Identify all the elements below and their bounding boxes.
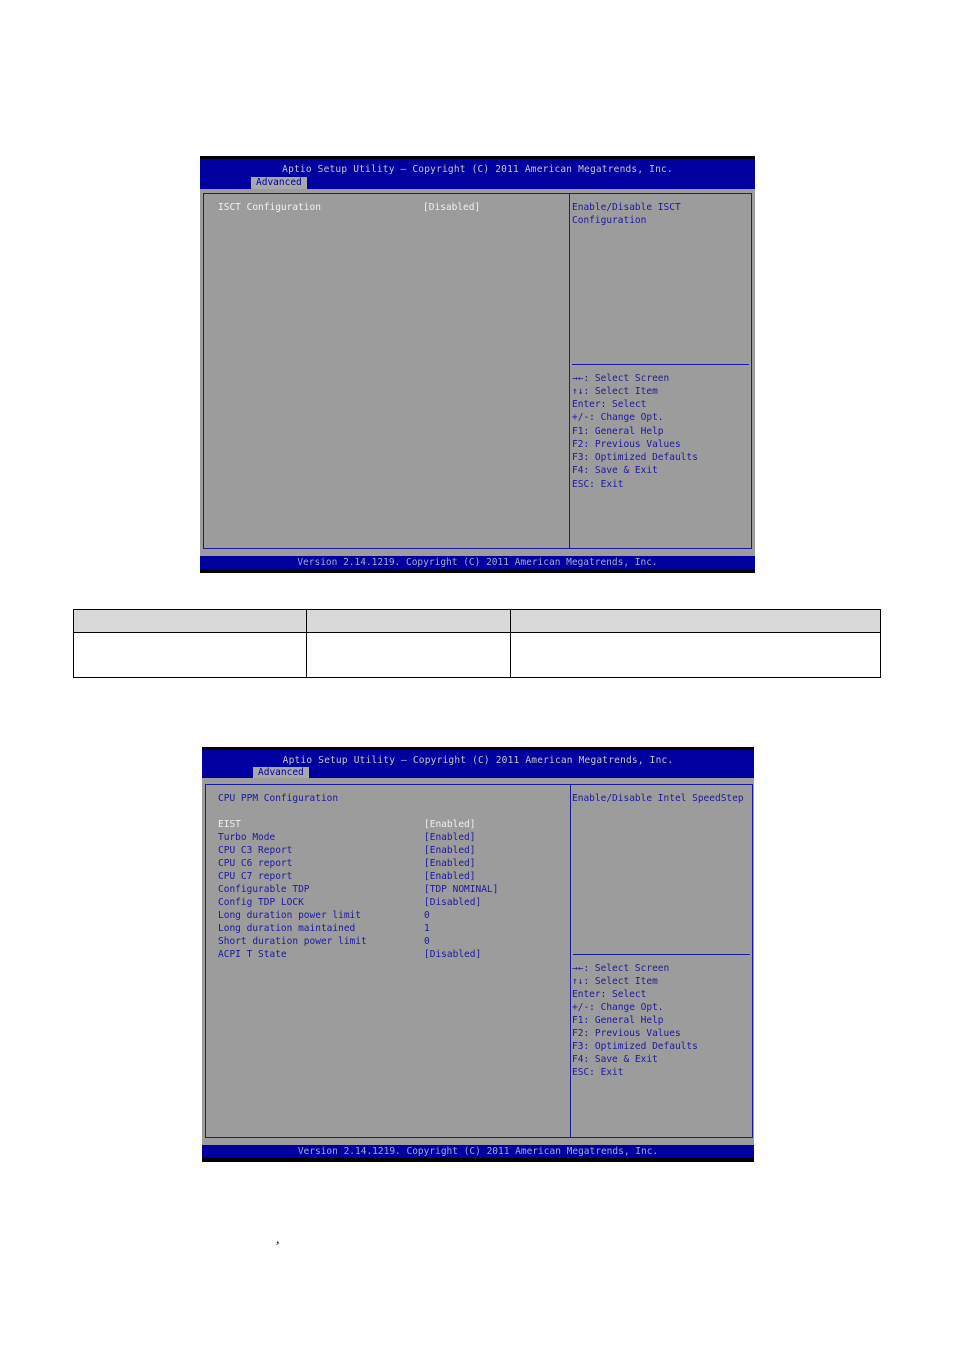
key-previous-values: F2: Previous Values xyxy=(572,1028,681,1039)
table-header-cell xyxy=(306,609,511,633)
bios-title: Aptio Setup Utility – Copyright (C) 2011… xyxy=(282,755,674,766)
bios-body: CPU PPM Configuration EIST [Enabled] Tur… xyxy=(202,778,754,1145)
menu-item-configurable-tdp[interactable]: Configurable TDP xyxy=(218,883,310,896)
help-separator xyxy=(573,954,750,955)
table-header-cell xyxy=(510,609,881,633)
menu-item-eist-value[interactable]: [Enabled] xyxy=(424,818,475,831)
key-save-exit: F4: Save & Exit xyxy=(572,1054,658,1065)
help-text-line-1: Enable/Disable ISCT xyxy=(572,202,681,213)
bios-header: Aptio Setup Utility – Copyright (C) 2011… xyxy=(202,750,754,779)
key-general-help: F1: General Help xyxy=(572,426,664,437)
key-previous-values: F2: Previous Values xyxy=(572,439,681,450)
menu-item-cpu-c7-report-value[interactable]: [Enabled] xyxy=(424,870,475,883)
section-title: CPU PPM Configuration xyxy=(218,793,339,804)
bios-footer: Version 2.14.1219. Copyright (C) 2011 Am… xyxy=(202,1145,754,1158)
key-esc-exit: ESC: Exit xyxy=(572,479,624,490)
menu-item-short-duration-power-limit[interactable]: Short duration power limit xyxy=(218,935,367,948)
bios-screenshot-isct: Aptio Setup Utility – Copyright (C) 2011… xyxy=(200,156,755,573)
key-change-opt: +/-: Change Opt. xyxy=(572,1002,664,1013)
table-row xyxy=(73,632,881,678)
key-select-item: ↑↓: Select Item xyxy=(572,386,658,397)
table-header-cell xyxy=(73,609,307,633)
key-change-opt: +/-: Change Opt. xyxy=(572,412,664,423)
help-separator xyxy=(572,364,749,365)
help-text-line-1: Enable/Disable Intel SpeedStep xyxy=(572,793,744,804)
key-optimized-defaults: F3: Optimized Defaults xyxy=(572,452,698,463)
key-enter-select: Enter: Select xyxy=(572,989,647,1000)
menu-item-turbo-mode[interactable]: Turbo Mode xyxy=(218,831,275,844)
bios-frame xyxy=(205,784,753,1138)
menu-item-long-duration-power-limit-value[interactable]: 0 xyxy=(424,909,430,922)
menu-item-isct-configuration-value[interactable]: [Disabled] xyxy=(423,201,480,214)
menu-item-short-duration-power-limit-value[interactable]: 0 xyxy=(424,935,430,948)
menu-item-eist[interactable]: EIST xyxy=(218,818,241,831)
table-cell xyxy=(73,632,307,678)
bios-body: ISCT Configuration [Disabled] Enable/Dis… xyxy=(200,189,755,556)
menu-item-cpu-c7-report[interactable]: CPU C7 report xyxy=(218,870,292,883)
menu-item-cpu-c6-report-value[interactable]: [Enabled] xyxy=(424,857,475,870)
menu-item-acpi-t-state-value[interactable]: [Disabled] xyxy=(424,948,481,961)
bios-frame xyxy=(203,193,752,549)
menu-item-cpu-c6-report[interactable]: CPU C6 report xyxy=(218,857,292,870)
menu-item-cpu-c3-report-value[interactable]: [Enabled] xyxy=(424,844,475,857)
tab-advanced[interactable]: Advanced xyxy=(251,177,307,189)
menu-item-acpi-t-state[interactable]: ACPI T State xyxy=(218,948,287,961)
table-header-row xyxy=(73,609,881,633)
key-enter-select: Enter: Select xyxy=(572,399,647,410)
panel-divider xyxy=(570,785,571,1137)
bios-screenshot-cpu-ppm: Aptio Setup Utility – Copyright (C) 2011… xyxy=(202,747,754,1162)
bios-title: Aptio Setup Utility – Copyright (C) 2011… xyxy=(282,164,673,175)
menu-item-long-duration-power-limit[interactable]: Long duration power limit xyxy=(218,909,361,922)
key-esc-exit: ESC: Exit xyxy=(572,1067,624,1078)
panel-divider xyxy=(569,194,570,548)
menu-item-long-duration-maintained[interactable]: Long duration maintained xyxy=(218,922,355,935)
menu-item-configurable-tdp-value[interactable]: [TDP NOMINAL] xyxy=(424,883,498,896)
help-text-line-2: Configuration xyxy=(572,215,647,226)
menu-item-config-tdp-lock-value[interactable]: [Disabled] xyxy=(424,896,481,909)
bios-footer: Version 2.14.1219. Copyright (C) 2011 Am… xyxy=(200,556,755,569)
key-save-exit: F4: Save & Exit xyxy=(572,465,658,476)
menu-item-config-tdp-lock[interactable]: Config TDP LOCK xyxy=(218,896,304,909)
menu-item-turbo-mode-value[interactable]: [Enabled] xyxy=(424,831,475,844)
key-select-screen: →←: Select Screen xyxy=(572,963,670,974)
menu-item-long-duration-maintained-value[interactable]: 1 xyxy=(424,922,430,935)
key-general-help: F1: General Help xyxy=(572,1015,664,1026)
table-cell xyxy=(306,632,511,678)
option-table xyxy=(73,609,881,678)
bios-header: Aptio Setup Utility – Copyright (C) 2011… xyxy=(200,159,755,189)
menu-item-isct-configuration[interactable]: ISCT Configuration xyxy=(218,201,321,214)
key-optimized-defaults: F3: Optimized Defaults xyxy=(572,1041,698,1052)
table-cell xyxy=(510,632,881,678)
key-select-item: ↑↓: Select Item xyxy=(572,976,658,987)
menu-item-cpu-c3-report[interactable]: CPU C3 Report xyxy=(218,844,292,857)
stray-comma: , xyxy=(276,1232,280,1247)
key-select-screen: →←: Select Screen xyxy=(572,373,670,384)
